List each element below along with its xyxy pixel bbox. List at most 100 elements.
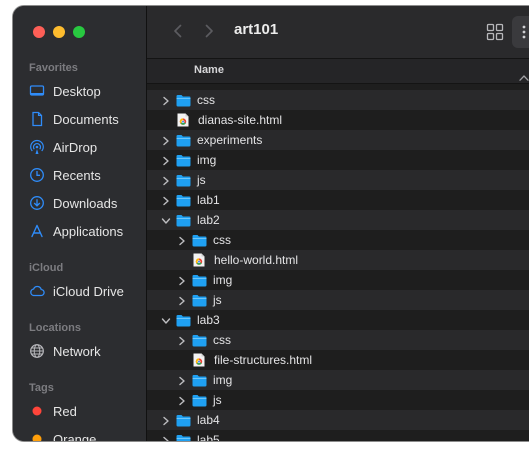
file-name: dianas-site.html <box>198 113 283 127</box>
folder-row[interactable]: js <box>147 390 529 410</box>
more-icon <box>522 25 526 39</box>
folder-row[interactable]: css <box>147 230 529 250</box>
chevron-right-icon[interactable] <box>162 195 170 206</box>
folder-row[interactable]: lab3 <box>147 310 529 330</box>
file-row[interactable]: dianas-site.html <box>147 110 529 130</box>
folder-row[interactable]: lab4 <box>147 410 529 430</box>
sidebar-item-downloads[interactable]: Downloads <box>29 193 146 213</box>
chevron-right-icon[interactable] <box>178 295 186 306</box>
file-name: lab2 <box>197 213 220 227</box>
sidebar-item-applications[interactable]: Applications <box>29 221 146 241</box>
grid-view-icon[interactable] <box>486 23 504 41</box>
folder-icon <box>176 174 191 187</box>
file-row[interactable]: file-structures.html <box>147 350 529 370</box>
folder-icon <box>192 234 207 247</box>
back-button[interactable] <box>171 23 185 39</box>
folder-icon <box>192 394 207 407</box>
sidebar-item-label: iCloud Drive <box>53 283 124 299</box>
chevron-down-icon[interactable] <box>161 315 171 325</box>
sort-ascending-icon[interactable] <box>519 68 529 81</box>
sidebar-item-network[interactable]: Network <box>29 341 146 361</box>
file-name: lab4 <box>197 413 220 427</box>
sidebar-item-label: Downloads <box>53 195 118 211</box>
sidebar-section-tags: Tags <box>29 382 54 394</box>
folder-icon <box>176 414 191 427</box>
chevron-right-icon[interactable] <box>162 135 170 146</box>
folder-icon <box>192 294 207 307</box>
window-title: art101 <box>234 21 279 38</box>
window-controls <box>33 26 85 38</box>
file-name: js <box>213 293 222 307</box>
file-name: css <box>213 233 231 247</box>
sidebar-section-favorites: Favorites <box>29 62 78 74</box>
chevron-right-icon[interactable] <box>178 395 186 406</box>
folder-row[interactable]: lab5 <box>147 430 529 441</box>
folder-icon <box>192 274 207 287</box>
sidebar: Favorites Desktop Documents AirDrop Rece… <box>13 6 147 441</box>
chevron-right-icon[interactable] <box>162 435 170 441</box>
folder-icon <box>176 314 191 327</box>
folder-row[interactable]: img <box>147 370 529 390</box>
file-name: img <box>213 373 233 387</box>
file-name: lab1 <box>197 193 220 207</box>
list-view-options-button[interactable] <box>512 16 529 48</box>
sidebar-item-tag-orange[interactable]: Orange <box>29 429 146 441</box>
airdrop-icon <box>29 139 45 155</box>
html-file-icon <box>177 113 189 127</box>
file-browser: art101 Name css dianas-site.html experimen… <box>147 6 529 441</box>
column-header-name[interactable]: Name <box>194 64 224 76</box>
folder-row[interactable]: js <box>147 170 529 190</box>
tag-dot-icon <box>29 403 45 419</box>
chevron-right-icon[interactable] <box>162 415 170 426</box>
zoom-button[interactable] <box>73 26 85 38</box>
chevron-right-icon[interactable] <box>178 235 186 246</box>
minimize-button[interactable] <box>53 26 65 38</box>
forward-button[interactable] <box>202 23 216 39</box>
folder-row[interactable]: lab1 <box>147 190 529 210</box>
sidebar-item-recents[interactable]: Recents <box>29 165 146 185</box>
chevron-right-icon[interactable] <box>162 155 170 166</box>
file-name: css <box>197 93 215 107</box>
file-list: css dianas-site.html experiments img js lab1 l… <box>147 90 529 441</box>
file-name: experiments <box>197 133 263 147</box>
file-name: lab3 <box>197 313 220 327</box>
sidebar-item-label: Red <box>53 403 77 419</box>
sidebar-item-tag-red[interactable]: Red <box>29 401 146 421</box>
chevron-right-icon[interactable] <box>178 275 186 286</box>
html-file-icon <box>193 353 205 367</box>
folder-row[interactable]: img <box>147 270 529 290</box>
folder-icon <box>192 334 207 347</box>
sidebar-item-desktop[interactable]: Desktop <box>29 81 146 101</box>
file-row[interactable]: hello-world.html <box>147 250 529 270</box>
download-icon <box>29 195 45 211</box>
folder-row[interactable]: js <box>147 290 529 310</box>
folder-icon <box>176 434 191 441</box>
folder-row[interactable]: img <box>147 150 529 170</box>
html-file-icon <box>193 253 205 267</box>
close-button[interactable] <box>33 26 45 38</box>
cloud-icon <box>29 283 45 299</box>
chevron-right-icon[interactable] <box>162 95 170 106</box>
sidebar-item-label: Desktop <box>53 83 101 99</box>
sidebar-item-icloud-drive[interactable]: iCloud Drive <box>29 281 146 301</box>
folder-icon <box>176 94 191 107</box>
folder-row[interactable]: css <box>147 90 529 110</box>
folder-icon <box>176 154 191 167</box>
finder-window: Favorites Desktop Documents AirDrop Rece… <box>13 6 529 441</box>
folder-row[interactable]: experiments <box>147 130 529 150</box>
chevron-right-icon[interactable] <box>178 375 186 386</box>
sidebar-item-label: Network <box>53 343 101 359</box>
folder-icon <box>192 374 207 387</box>
sidebar-item-documents[interactable]: Documents <box>29 109 146 129</box>
folder-row[interactable]: css <box>147 330 529 350</box>
chevron-right-icon[interactable] <box>162 175 170 186</box>
desktop-icon <box>29 83 45 99</box>
sidebar-item-airdrop[interactable]: AirDrop <box>29 137 146 157</box>
folder-row[interactable]: lab2 <box>147 210 529 230</box>
chevron-down-icon[interactable] <box>161 215 171 225</box>
chevron-right-icon[interactable] <box>178 335 186 346</box>
sidebar-item-label: Orange <box>53 431 97 442</box>
folder-icon <box>176 194 191 207</box>
sidebar-item-label: Applications <box>53 223 124 239</box>
network-icon <box>29 343 45 359</box>
